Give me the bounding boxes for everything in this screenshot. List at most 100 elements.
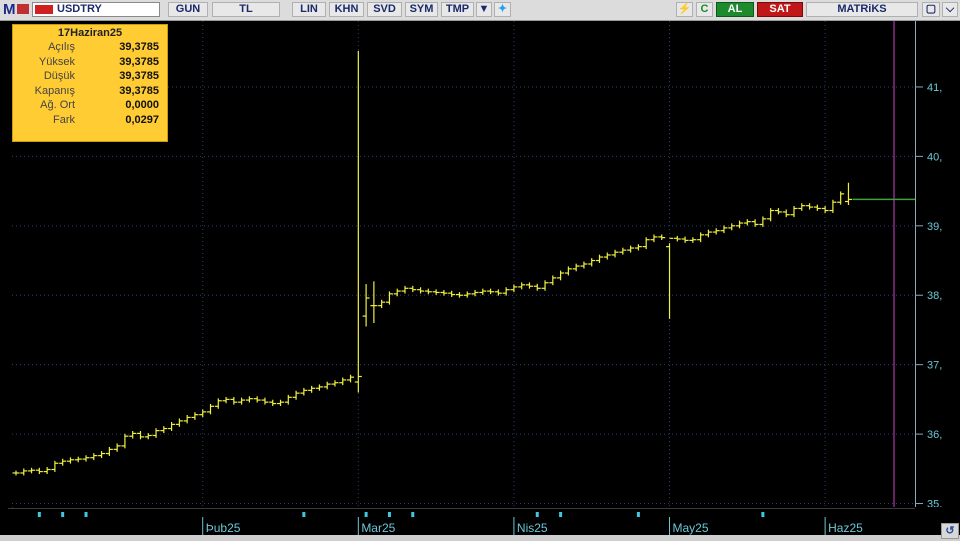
price-bar[interactable] — [728, 223, 736, 231]
event-marker[interactable] — [84, 512, 88, 517]
price-bar[interactable] — [712, 228, 720, 235]
date-axis[interactable]: Þub25 Mar25 Nis25 May25 Haz25 — [8, 508, 915, 536]
event-marker[interactable] — [761, 512, 765, 517]
price-bar[interactable] — [370, 281, 378, 324]
event-marker[interactable] — [636, 512, 640, 517]
price-bar[interactable] — [347, 374, 355, 383]
price-bar[interactable] — [829, 199, 837, 213]
price-bar[interactable] — [557, 270, 565, 281]
price-bar[interactable] — [798, 203, 806, 211]
price-bar[interactable] — [113, 443, 121, 452]
price-bar[interactable] — [432, 289, 440, 295]
tmp-button[interactable]: TMP — [441, 2, 474, 17]
event-marker[interactable] — [61, 512, 65, 517]
price-bar[interactable] — [518, 282, 526, 290]
price-bar[interactable] — [105, 446, 113, 456]
price-bar[interactable] — [821, 206, 829, 213]
price-bar[interactable] — [487, 288, 495, 295]
price-bar[interactable] — [20, 468, 28, 476]
buy-button[interactable]: AL — [716, 2, 754, 17]
bottom-scrollbar[interactable] — [0, 535, 960, 541]
brand-button[interactable]: MATRiKS — [806, 2, 918, 17]
price-bar[interactable] — [160, 426, 168, 434]
price-bar[interactable] — [35, 467, 43, 475]
price-bar[interactable] — [59, 458, 67, 466]
price-bar[interactable] — [627, 245, 635, 253]
price-bar[interactable] — [183, 415, 191, 424]
price-bar[interactable] — [549, 275, 557, 286]
price-bar[interactable] — [207, 403, 214, 415]
price-bar[interactable] — [277, 399, 285, 406]
price-bar[interactable] — [813, 204, 821, 211]
price-bar[interactable] — [300, 387, 308, 396]
price-bar[interactable] — [378, 299, 386, 309]
price-bar[interactable] — [74, 456, 82, 463]
price-bar[interactable] — [743, 219, 751, 226]
price-bar[interactable] — [697, 232, 705, 243]
price-bar[interactable] — [580, 261, 588, 269]
sell-button[interactable]: SAT — [757, 2, 803, 17]
price-bar[interactable] — [43, 467, 51, 475]
sym-button[interactable]: SYM — [405, 2, 438, 17]
refresh-button[interactable]: C — [696, 2, 713, 17]
price-bar[interactable] — [502, 287, 510, 296]
price-bar[interactable] — [650, 234, 658, 243]
price-bar[interactable] — [572, 263, 580, 272]
price-bar[interactable] — [494, 289, 502, 296]
price-bar[interactable] — [175, 418, 183, 427]
price-bar[interactable] — [253, 396, 261, 403]
khn-button[interactable]: KHN — [329, 2, 364, 17]
event-marker[interactable] — [364, 512, 368, 517]
price-bar[interactable] — [704, 229, 712, 238]
twitter-icon[interactable]: ✦ — [494, 2, 511, 17]
price-bar[interactable] — [168, 421, 176, 431]
price-bar[interactable] — [191, 412, 199, 420]
price-bar[interactable] — [759, 216, 767, 227]
price-bar[interactable] — [673, 235, 681, 242]
price-bar[interactable] — [424, 288, 432, 295]
price-bar[interactable] — [658, 234, 666, 241]
price-bar[interactable] — [12, 470, 20, 476]
price-bar[interactable] — [448, 290, 456, 297]
price-bar[interactable] — [510, 284, 518, 293]
price-bar[interactable] — [642, 237, 650, 250]
price-bar[interactable] — [354, 50, 362, 393]
price-bar[interactable] — [844, 182, 852, 205]
price-bar[interactable] — [440, 290, 448, 296]
chevron-down-icon[interactable]: ▼ — [476, 2, 492, 17]
price-bar[interactable] — [619, 247, 627, 255]
price-bar[interactable] — [214, 398, 222, 409]
price-bar[interactable] — [525, 282, 533, 289]
price-bar[interactable] — [596, 254, 603, 263]
price-bar[interactable] — [720, 225, 728, 234]
price-bar[interactable] — [292, 390, 300, 400]
event-marker[interactable] — [37, 512, 41, 517]
price-bar[interactable] — [98, 451, 106, 459]
price-bar[interactable] — [90, 453, 98, 461]
price-bar[interactable] — [417, 287, 425, 294]
currency-button[interactable]: TL — [212, 2, 280, 17]
price-bar[interactable] — [681, 236, 689, 243]
price-bar[interactable] — [409, 285, 417, 293]
price-bar[interactable] — [790, 206, 798, 218]
price-bar[interactable] — [129, 430, 137, 439]
price-bar[interactable] — [689, 237, 697, 243]
price-bar[interactable] — [339, 377, 347, 386]
price-bar[interactable] — [603, 252, 611, 260]
price-bar[interactable] — [479, 288, 487, 295]
price-bar[interactable] — [152, 428, 160, 438]
symbol-input[interactable]: USDTRY — [32, 2, 160, 17]
price-bar[interactable] — [611, 249, 619, 258]
price-bar[interactable] — [463, 291, 471, 298]
event-marker[interactable] — [535, 512, 539, 517]
lightning-icon[interactable]: ⚡ — [676, 2, 693, 17]
price-bar[interactable] — [51, 460, 59, 472]
linear-scale-button[interactable]: LIN — [292, 2, 326, 17]
price-bar[interactable] — [736, 220, 744, 229]
price-bar[interactable] — [199, 409, 207, 418]
period-button[interactable]: GUN — [168, 2, 208, 17]
price-bar[interactable] — [323, 381, 331, 390]
price-bar[interactable] — [393, 288, 401, 297]
price-bar[interactable] — [121, 433, 129, 449]
event-marker[interactable] — [411, 512, 415, 517]
